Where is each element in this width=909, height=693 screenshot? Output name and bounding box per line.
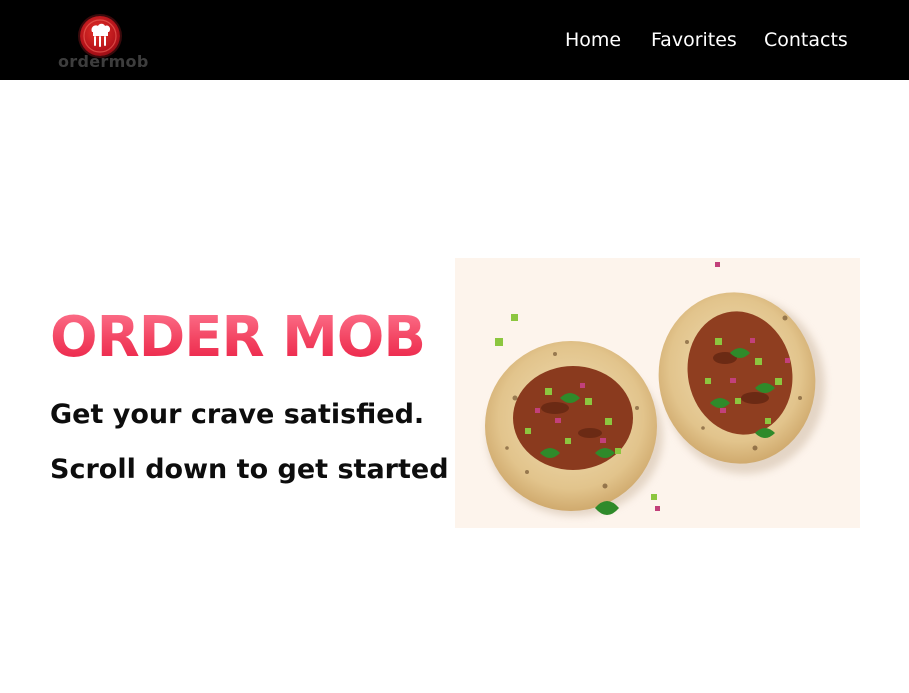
nav-contacts-link[interactable]: Contacts (764, 29, 848, 51)
hero-subtitle-scroll: Scroll down to get started (50, 454, 449, 485)
nav-home-link[interactable]: Home (565, 29, 621, 51)
top-navbar: ordermob Home Favorites Contacts (0, 0, 909, 80)
nav-favorites-link[interactable]: Favorites (651, 29, 737, 51)
ordermob-logo[interactable]: ordermob (58, 14, 148, 72)
chef-hat-utensils-icon (80, 16, 120, 56)
logo-wordmark: ordermob (58, 52, 149, 71)
hero-subtitle-crave: Get your crave satisfied. (50, 399, 425, 430)
tacos-photo (455, 258, 860, 528)
hero-title: ORDER MOB (50, 302, 426, 374)
